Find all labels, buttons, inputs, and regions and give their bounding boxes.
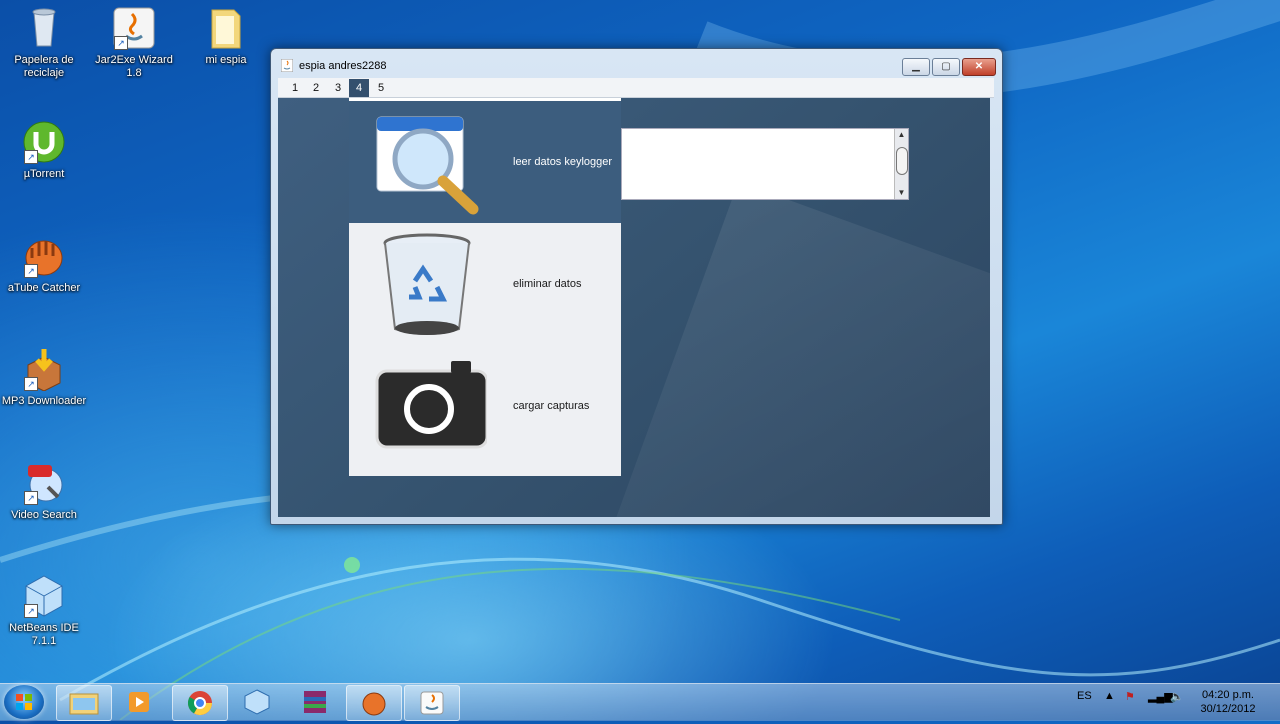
minimize-icon: ▁ <box>912 61 920 72</box>
desktop-icon-label: MP3 Downloader <box>1 395 87 407</box>
action-menu: leer datos keylogger eliminar datos carg… <box>349 98 621 476</box>
language-indicator[interactable]: ES <box>1077 690 1092 702</box>
minimize-button[interactable]: ▁ <box>902 58 930 76</box>
desktop-icon-label: µTorrent <box>23 168 65 180</box>
desktop-icon-netbeans[interactable]: ↗ NetBeans IDE 7.1.1 <box>0 574 88 648</box>
utorrent-icon: ↗ <box>22 120 66 164</box>
desktop-icon-mp3-downloader[interactable]: ↗ MP3 Downloader <box>0 347 88 408</box>
java-icon <box>281 59 293 72</box>
menu-item-cargar-capturas[interactable]: cargar capturas <box>349 345 621 467</box>
tab-5[interactable]: 5 <box>371 79 391 97</box>
system-clock[interactable]: 04:20 p.m. 30/12/2012 <box>1192 688 1264 716</box>
menu-item-label: eliminar datos <box>513 278 582 290</box>
action-center-flag-icon[interactable]: ⚑ <box>1125 690 1135 703</box>
taskbar: ES ▲ ⚑ ▂▄▆ 🔈 04:20 p.m. 30/12/2012 <box>0 683 1280 721</box>
magnifier-icon <box>376 116 479 215</box>
clock-date: 30/12/2012 <box>1200 703 1256 715</box>
desktop-icon-label: NetBeans IDE 7.1.1 <box>9 622 79 647</box>
media-player-icon <box>129 692 149 712</box>
recycle-bin-icon <box>22 6 66 50</box>
chrome-icon <box>187 691 212 716</box>
scroll-up-arrow-icon[interactable]: ▲ <box>895 129 908 141</box>
windows-logo-icon <box>16 694 32 710</box>
taskbar-explorer-button[interactable] <box>56 685 112 721</box>
taskbar-netbeans-button[interactable] <box>230 685 284 719</box>
menu-item-eliminar-datos[interactable]: eliminar datos <box>349 223 621 345</box>
shortcut-arrow-icon: ↗ <box>24 264 38 278</box>
camera-icon <box>375 361 487 449</box>
menu-item-leer-datos-keylogger[interactable]: leer datos keylogger <box>349 101 621 223</box>
close-icon: ✕ <box>974 61 984 72</box>
tab-2[interactable]: 2 <box>306 79 326 97</box>
volume-speaker-icon[interactable]: 🔈 <box>1170 690 1184 703</box>
network-signal-icon[interactable]: ▂▄▆ <box>1148 690 1173 703</box>
java-icon <box>420 691 444 715</box>
menu-item-label: leer datos keylogger <box>513 156 613 168</box>
keylogger-output-textarea[interactable]: ▲ ▼ <box>621 128 909 200</box>
desktop-icon-mi-espia[interactable]: mi espia <box>182 6 270 67</box>
desktop-icon-atube-catcher[interactable]: ↗ aTube Catcher <box>0 234 88 295</box>
window-title: espia andres2288 <box>299 60 387 72</box>
desktop-icon-jar2exe[interactable]: ↗ Jar2Exe Wizard 1.8 <box>90 6 178 80</box>
folder-icon <box>204 6 248 50</box>
tab-4[interactable]: 4 <box>349 79 369 97</box>
windows-explorer-icon <box>69 693 99 715</box>
window-titlebar[interactable]: espia andres2288 ▁ ▢ ✕ <box>271 49 1002 79</box>
scroll-thumb[interactable] <box>896 147 908 175</box>
desktop-icon-label: mi espia <box>205 54 247 66</box>
taskbar-java-button[interactable] <box>404 685 460 721</box>
shortcut-arrow-icon: ↗ <box>24 491 38 505</box>
desktop-icon-recycle-bin[interactable]: Papelera de reciclaje <box>0 6 88 80</box>
trash-can-icon <box>383 233 471 335</box>
tab-1[interactable]: 1 <box>285 79 305 97</box>
video-search-icon: ↗ <box>22 461 66 505</box>
taskbar-winrar-button[interactable] <box>288 685 342 719</box>
start-button[interactable] <box>4 685 44 719</box>
tab-content-panel: leer datos keylogger eliminar datos carg… <box>278 98 990 517</box>
desktop-icon-label: Jar2Exe Wizard 1.8 <box>95 54 173 79</box>
atube-catcher-icon: ↗ <box>22 234 66 278</box>
shortcut-arrow-icon: ↗ <box>24 150 38 164</box>
tab-bar: 1 2 3 4 5 <box>278 78 994 98</box>
atube-catcher-icon <box>362 692 386 716</box>
taskbar-media-player-button[interactable] <box>112 685 166 719</box>
panel-gradient-decoration <box>601 181 990 517</box>
maximize-icon: ▢ <box>941 61 951 72</box>
show-hidden-icons-chevron-icon[interactable]: ▲ <box>1104 690 1115 702</box>
desktop-icon-label: Video Search <box>11 509 77 521</box>
desktop-icon-label: aTube Catcher <box>7 282 81 294</box>
winrar-icon <box>304 691 326 713</box>
mp3-downloader-icon: ↗ <box>22 347 66 392</box>
taskbar-chrome-button[interactable] <box>172 685 228 721</box>
close-button[interactable]: ✕ <box>962 58 996 76</box>
taskbar-atube-catcher-button[interactable] <box>346 685 402 721</box>
tab-3[interactable]: 3 <box>328 79 348 97</box>
netbeans-icon <box>244 689 270 715</box>
vertical-scrollbar[interactable]: ▲ ▼ <box>894 129 908 199</box>
java-icon: ↗ <box>112 6 156 50</box>
desktop-icon-video-search[interactable]: ↗ Video Search <box>0 461 88 522</box>
netbeans-icon: ↗ <box>22 574 66 618</box>
app-window: espia andres2288 ▁ ▢ ✕ 1 2 3 4 5 leer da… <box>270 48 1003 525</box>
shortcut-arrow-icon: ↗ <box>114 36 128 50</box>
clock-time: 04:20 p.m. <box>1202 689 1254 701</box>
desktop-icon-utorrent[interactable]: ↗ µTorrent <box>0 120 88 181</box>
desktop-icon-label: Papelera de reciclaje <box>14 54 74 79</box>
maximize-button[interactable]: ▢ <box>932 58 960 76</box>
scroll-down-arrow-icon[interactable]: ▼ <box>895 187 908 199</box>
shortcut-arrow-icon: ↗ <box>24 604 38 618</box>
shortcut-arrow-icon: ↗ <box>24 377 38 391</box>
menu-item-label: cargar capturas <box>513 400 590 412</box>
